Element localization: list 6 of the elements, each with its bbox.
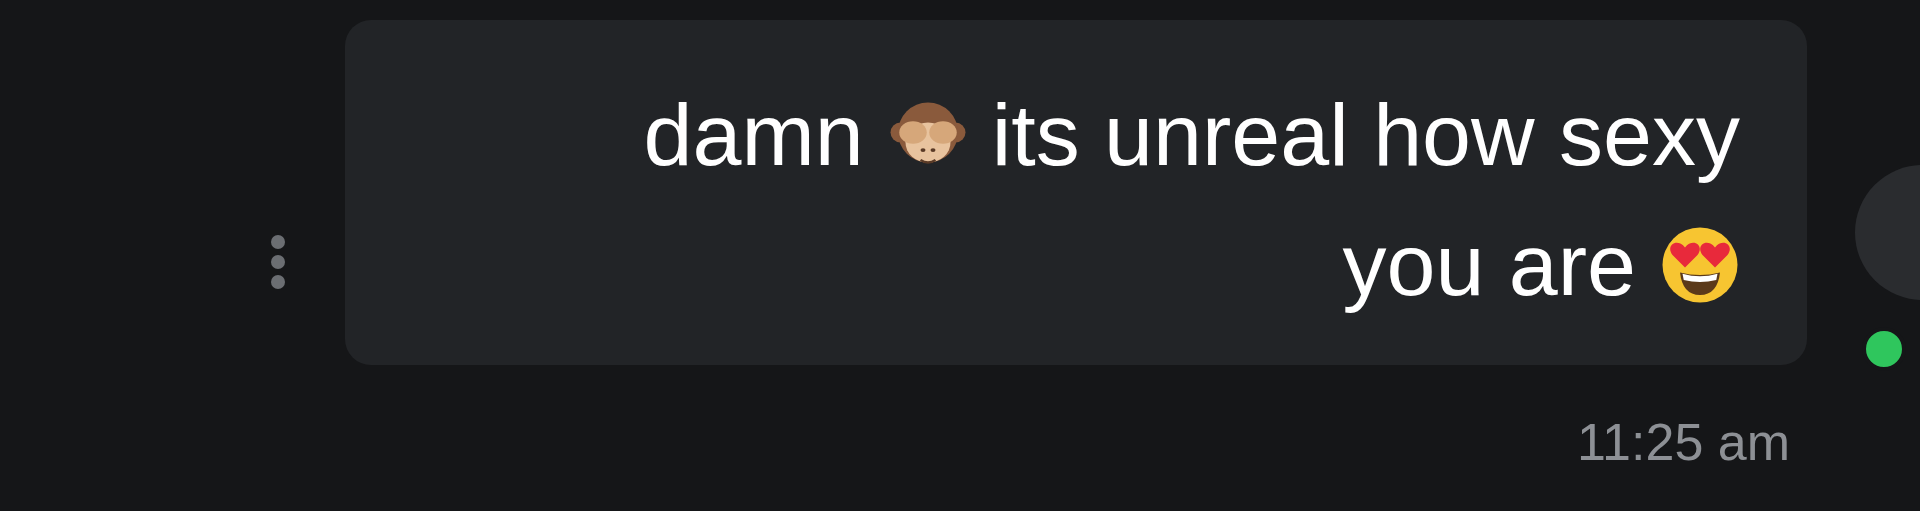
more-options-icon[interactable] xyxy=(271,235,285,289)
message-text: its unreal how sexy xyxy=(991,84,1740,186)
message-time: 11:25 am xyxy=(1577,412,1790,473)
heart-eyes-face-icon xyxy=(1660,225,1740,305)
message-text: damn xyxy=(643,84,864,186)
message-text: you are xyxy=(1342,214,1636,316)
